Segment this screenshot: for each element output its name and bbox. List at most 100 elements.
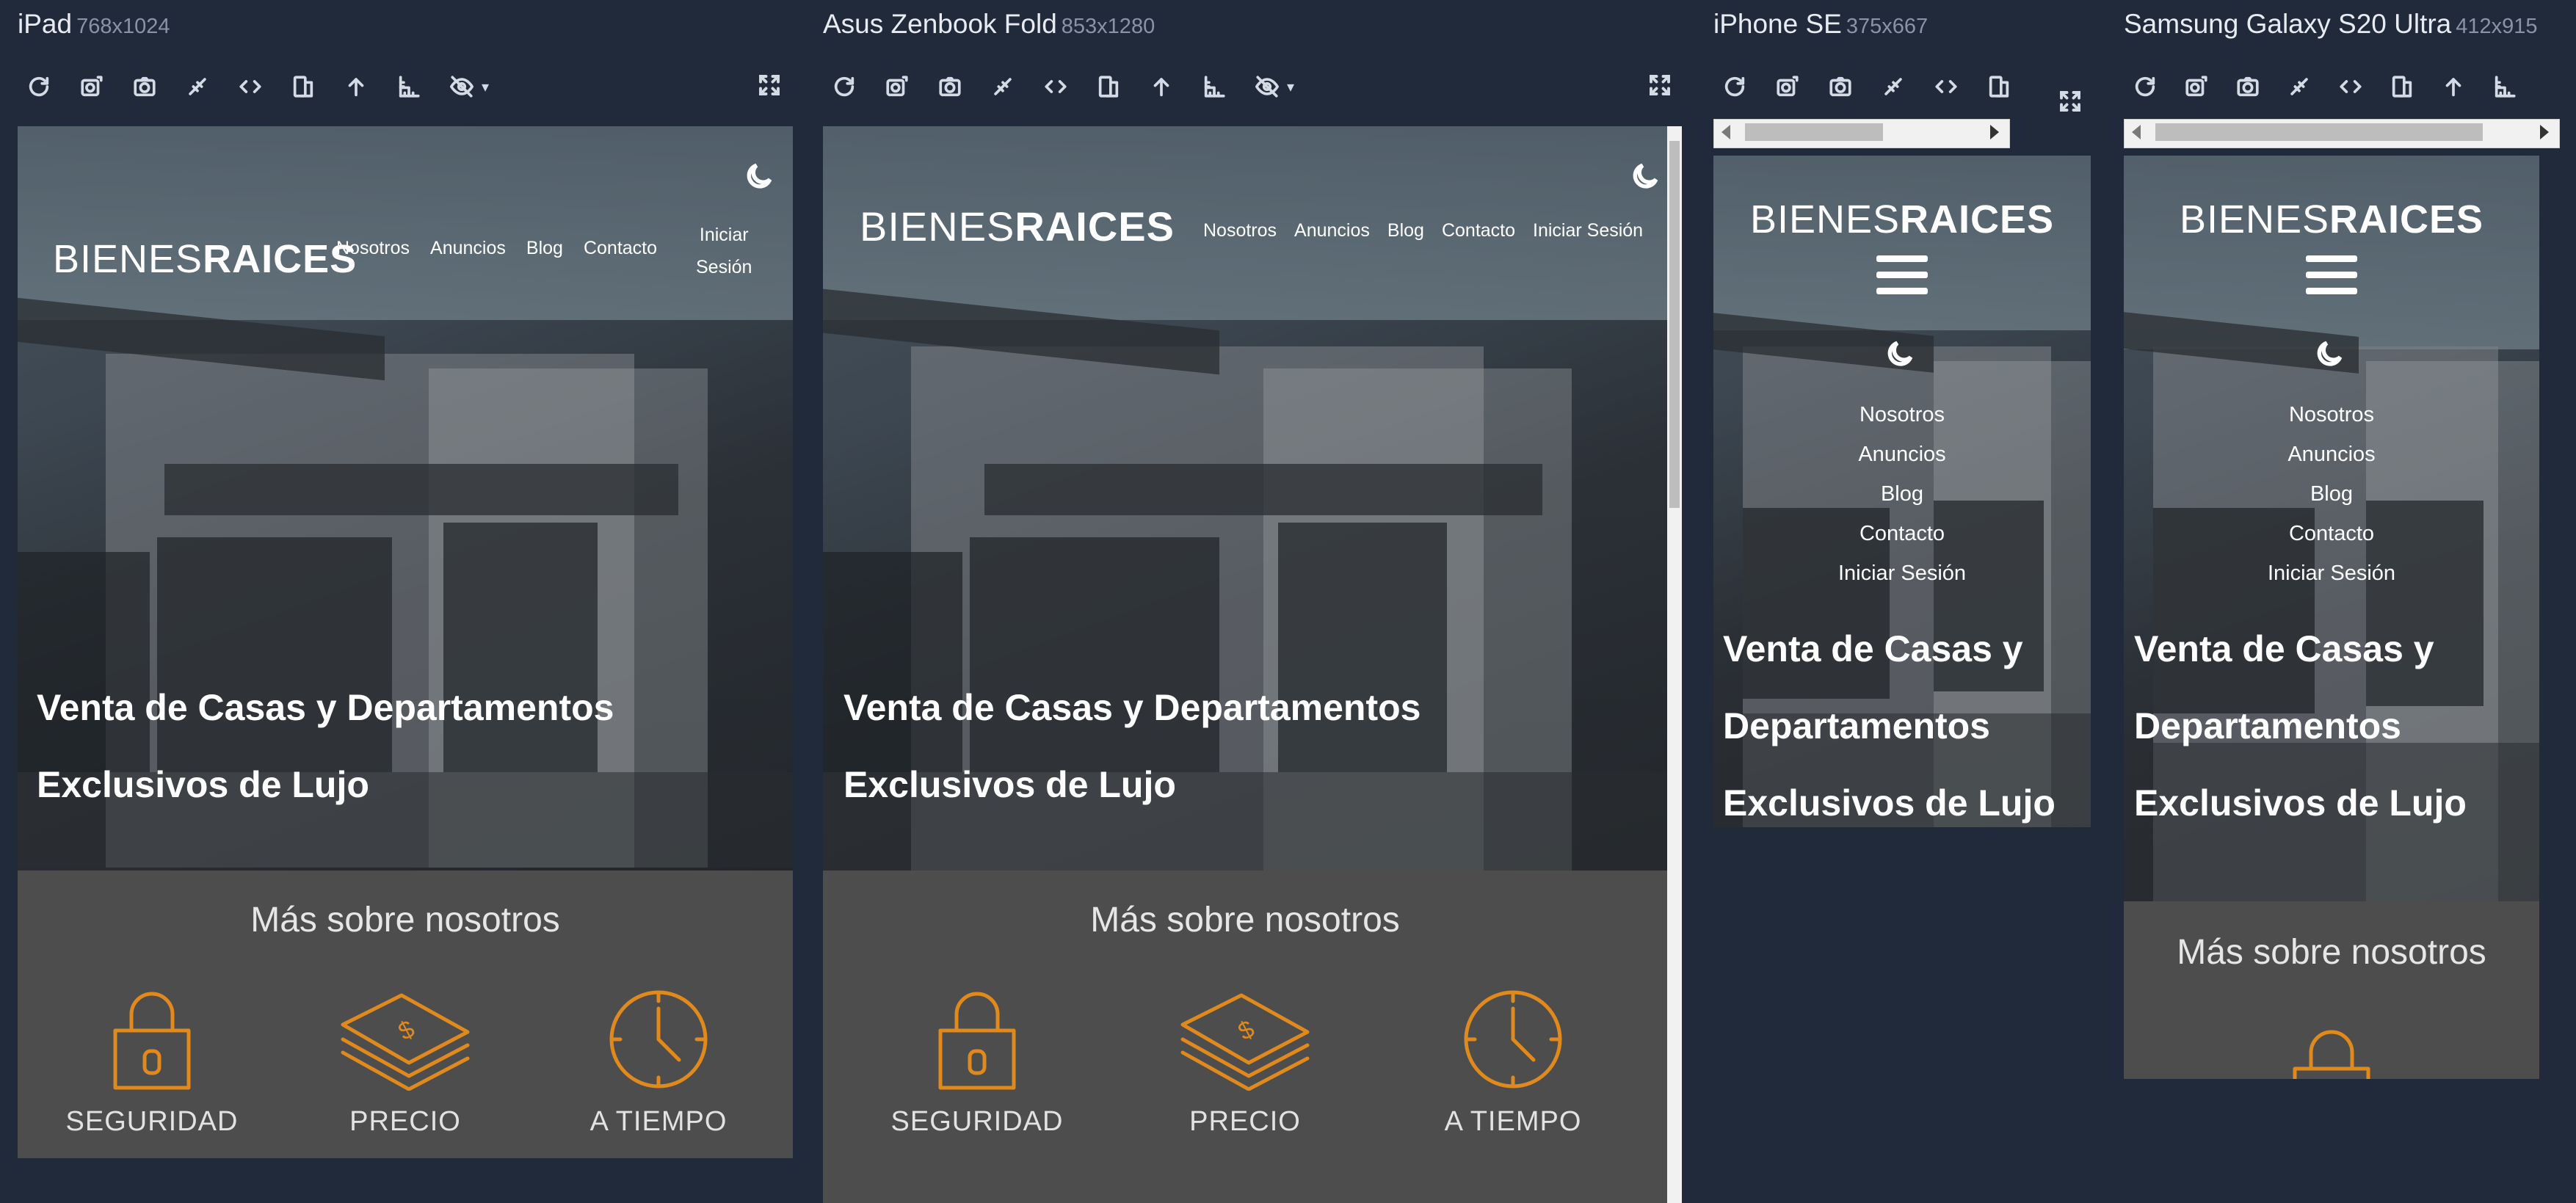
chevron-down-icon[interactable]: ▾: [1287, 78, 1294, 96]
device-name: iPhone SE: [1713, 9, 1842, 39]
link-sync-icon[interactable]: [2285, 73, 2313, 101]
rotate-capture-icon[interactable]: [883, 73, 911, 101]
nav-blog[interactable]: Blog: [2124, 474, 2539, 514]
nav-nosotros[interactable]: Nosotros: [1713, 395, 2091, 435]
screenshot-icon[interactable]: [1826, 73, 1854, 101]
link-sync-icon[interactable]: [184, 73, 211, 101]
horizontal-scrollbar[interactable]: [2124, 119, 2560, 148]
ruler-icon[interactable]: [2491, 73, 2519, 101]
device-toolbar: [2131, 69, 2519, 104]
nav-anuncios[interactable]: Anuncios: [1713, 435, 2091, 474]
lock-icon: [938, 992, 1016, 1090]
feature-a-tiempo: A TIEMPO: [1403, 988, 1623, 1138]
scrollbar-thumb[interactable]: [1745, 123, 1883, 141]
hero-title-line1: Venta de Casas y: [2134, 628, 2434, 669]
hero-title-line2: Departamentos: [1723, 705, 1990, 746]
device-size: 768x1024: [76, 15, 170, 38]
hero: BIENESRAICES Nosotros Anuncios Blog Cont…: [823, 126, 1667, 871]
brand-light: BIENES: [53, 237, 203, 281]
scroll-right-arrow[interactable]: [1990, 125, 1999, 139]
feature-precio: $ PRECIO: [300, 988, 510, 1138]
clock-icon: [609, 990, 708, 1088]
scroll-top-icon[interactable]: [342, 73, 370, 101]
nav-contacto[interactable]: Contacto: [1713, 514, 2091, 553]
brand-logo[interactable]: BIENESRAICES: [1713, 197, 2091, 242]
nav-iniciar-sesion[interactable]: Iniciar Sesión: [2124, 553, 2539, 593]
nav-blog[interactable]: Blog: [526, 238, 563, 259]
code-icon[interactable]: [236, 73, 264, 101]
code-icon[interactable]: [2337, 73, 2365, 101]
screenshot-icon[interactable]: [936, 73, 964, 101]
hamburger-menu-icon[interactable]: [1876, 255, 1928, 294]
nav-iniciar-sesion[interactable]: Iniciar Sesión: [696, 219, 752, 283]
device-name: Asus Zenbook Fold: [823, 9, 1057, 39]
about-title: Más sobre nosotros: [250, 901, 560, 939]
feature-label: A TIEMPO: [1444, 1106, 1582, 1137]
nav-contacto[interactable]: Contacto: [2124, 514, 2539, 553]
expand-icon[interactable]: [756, 72, 786, 101]
vertical-scrollbar[interactable]: [1667, 126, 1682, 1203]
scroll-left-arrow[interactable]: [2132, 125, 2141, 139]
brand-light: BIENES: [1749, 197, 1901, 241]
nav-blog[interactable]: Blog: [1387, 220, 1424, 241]
nav-iniciar-sesion[interactable]: Iniciar Sesión: [1713, 553, 2091, 593]
hero: BIENESRAICES Nosotros Anuncios Blog Cont…: [1713, 156, 2091, 827]
rotate-capture-icon[interactable]: [2183, 73, 2210, 101]
device-frame-icon[interactable]: [2388, 73, 2416, 101]
brand-logo[interactable]: BIENESRAICES: [53, 236, 357, 282]
scrollbar-thumb[interactable]: [1669, 141, 1680, 508]
device-frame-icon[interactable]: [1985, 73, 2013, 101]
moon-icon[interactable]: [2313, 338, 2345, 374]
screenshot-icon[interactable]: [131, 73, 159, 101]
scroll-right-arrow[interactable]: [2540, 125, 2549, 139]
refresh-icon[interactable]: [2131, 73, 2159, 101]
brand-logo[interactable]: BIENESRAICES: [860, 203, 1175, 250]
ruler-icon[interactable]: [1200, 73, 1228, 101]
moon-icon[interactable]: [743, 160, 775, 196]
horizontal-scrollbar[interactable]: [1713, 119, 2010, 148]
chevron-down-icon[interactable]: ▾: [482, 78, 489, 96]
hamburger-menu-icon[interactable]: [2306, 255, 2357, 294]
nav-anuncios[interactable]: Anuncios: [430, 238, 506, 259]
code-icon[interactable]: [1932, 73, 1960, 101]
nav-anuncios[interactable]: Anuncios: [1294, 220, 1370, 241]
nav-blog[interactable]: Blog: [1713, 474, 2091, 514]
device-toolbar: ▾: [25, 69, 489, 104]
nav-contacto[interactable]: Contacto: [584, 238, 657, 259]
scroll-top-icon[interactable]: [1147, 73, 1175, 101]
feature-seguridad: SEGURIDAD: [47, 988, 257, 1138]
scroll-left-arrow[interactable]: [1721, 125, 1730, 139]
nav-login-line2: Sesión: [696, 257, 752, 277]
main-nav: Nosotros Anuncios Blog Contacto: [336, 238, 657, 259]
hide-icon[interactable]: [448, 73, 476, 101]
expand-icon[interactable]: [1647, 72, 1676, 101]
refresh-icon[interactable]: [25, 73, 53, 101]
rotate-capture-icon[interactable]: [78, 73, 106, 101]
nav-nosotros[interactable]: Nosotros: [2124, 395, 2539, 435]
scrollbar-thumb[interactable]: [2155, 123, 2483, 141]
nav-nosotros[interactable]: Nosotros: [336, 238, 410, 259]
code-icon[interactable]: [1042, 73, 1070, 101]
moon-icon[interactable]: [1629, 160, 1661, 196]
hero: BIENESRAICES Nosotros Anuncios Blog Cont…: [18, 126, 793, 871]
nav-nosotros[interactable]: Nosotros: [1203, 220, 1277, 241]
link-sync-icon[interactable]: [989, 73, 1017, 101]
nav-anuncios[interactable]: Anuncios: [2124, 435, 2539, 474]
money-icon: $: [341, 993, 470, 1091]
hide-icon[interactable]: [1253, 73, 1281, 101]
brand-logo[interactable]: BIENESRAICES: [2124, 197, 2539, 242]
svg-text:$: $: [393, 1015, 419, 1046]
refresh-icon[interactable]: [830, 73, 858, 101]
expand-icon[interactable]: [2057, 88, 2086, 117]
link-sync-icon[interactable]: [1879, 73, 1907, 101]
nav-contacto[interactable]: Contacto: [1442, 220, 1515, 241]
nav-iniciar-sesion[interactable]: Iniciar Sesión: [1533, 220, 1643, 241]
moon-icon[interactable]: [1884, 338, 1916, 374]
refresh-icon[interactable]: [1721, 73, 1749, 101]
scroll-top-icon[interactable]: [2439, 73, 2467, 101]
screenshot-icon[interactable]: [2234, 73, 2262, 101]
ruler-icon[interactable]: [395, 73, 423, 101]
device-frame-icon[interactable]: [1095, 73, 1122, 101]
rotate-capture-icon[interactable]: [1774, 73, 1802, 101]
device-frame-icon[interactable]: [289, 73, 317, 101]
